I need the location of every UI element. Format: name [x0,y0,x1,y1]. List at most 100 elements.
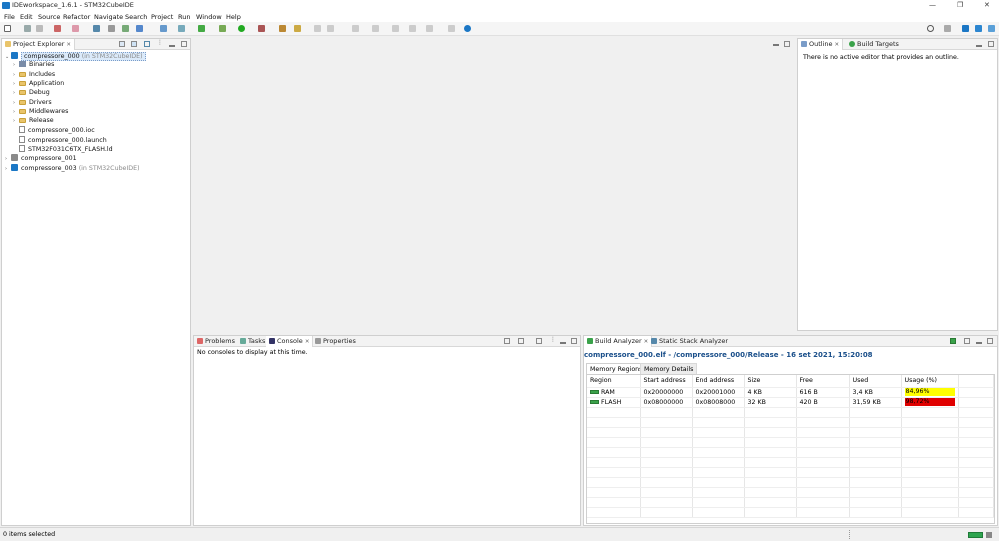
minimize-button[interactable]: — [929,1,936,9]
open-type-icon[interactable] [279,25,286,32]
refresh-analysis-icon[interactable] [950,338,956,344]
new-class-icon[interactable] [160,25,167,32]
tree-item[interactable]: › Debug [13,89,50,98]
new-c-project-icon[interactable] [136,25,143,32]
tab-build-targets[interactable]: Build Targets [846,39,902,50]
status-menu-icon[interactable] [986,532,992,538]
tree-item[interactable]: › Release [13,117,54,126]
filter-icon[interactable] [144,41,150,47]
new-icon[interactable] [4,25,11,32]
open-console-icon[interactable] [536,338,542,344]
tab-problems[interactable]: Problems [194,336,238,347]
refresh-icon[interactable] [198,25,205,32]
menu-project[interactable]: Project [151,13,173,21]
table-row[interactable]: FLASH 0x08000000 0x08008000 32 KB 420 B 31,59… [587,397,994,408]
next-annotation-icon[interactable] [314,25,321,32]
column-header[interactable]: Start address [640,375,693,388]
tree-item[interactable]: › Application [13,80,64,89]
tree-item[interactable]: ⌄ compressore_000 (in STM32CubeIDE) [5,52,146,61]
forward-icon[interactable] [392,25,399,32]
column-header[interactable]: Size [744,375,797,388]
tree-item[interactable]: › compressore_003 (in STM32CubeIDE) [5,163,140,173]
save-icon[interactable] [24,25,31,32]
pin-editor-icon[interactable] [448,25,455,32]
menu-refactor[interactable]: Refactor [63,13,90,21]
subtab-memory-regions[interactable]: Memory Regions [586,363,647,374]
menu-help[interactable]: Help [226,13,241,21]
save-all-icon[interactable] [36,25,43,32]
tree-item[interactable]: › Binaries [13,61,54,70]
external-tools-icon[interactable] [258,25,265,32]
minimize-view-icon[interactable] [976,45,982,47]
menu-edit[interactable]: Edit [20,13,33,21]
minimize-view-icon[interactable] [169,45,175,47]
maximize-view-icon[interactable] [987,338,993,344]
nav-back-icon[interactable] [409,25,416,32]
heap-status-icon[interactable] [968,532,983,538]
column-header[interactable]: Region [587,375,641,388]
subtab-memory-details[interactable]: Memory Details [640,363,698,374]
nav-forward-icon[interactable] [426,25,433,32]
open-perspective-icon[interactable] [944,25,951,32]
tree-item[interactable]: › compressore_001 [5,154,77,163]
last-edit-icon[interactable] [352,25,359,32]
device-config-icon[interactable] [93,25,100,32]
back-icon[interactable] [372,25,379,32]
prev-annotation-icon[interactable] [327,25,334,32]
minimize-view-icon[interactable] [560,342,566,344]
menu-window[interactable]: Window [196,13,222,21]
table-row[interactable]: RAM 0x20000000 0x20001000 4 KB 616 B 3,4 KB 84… [587,387,994,398]
close-icon[interactable]: ✕ [835,42,840,48]
build-icon[interactable] [54,25,61,32]
search-tool-icon[interactable] [294,25,301,32]
menu-source[interactable]: Source [38,13,60,21]
close-icon[interactable]: ✕ [305,339,310,345]
toggle-icon[interactable] [122,25,129,32]
tab-console[interactable]: Console ✕ [266,336,314,347]
build-configurations-icon[interactable] [72,25,79,32]
menu-navigate[interactable]: Navigate [94,13,123,21]
pin-analyzer-icon[interactable] [964,338,970,344]
tree-item[interactable]: compressore_000.ioc [13,126,95,135]
device-perspective-icon[interactable] [988,25,995,32]
minimize-view-icon[interactable] [976,342,982,344]
editor-maximize-icon[interactable] [784,41,790,47]
menu-search[interactable]: Search [125,13,147,21]
maximize-view-icon[interactable] [571,338,577,344]
display-console-icon[interactable] [518,338,524,344]
debug-perspective-icon[interactable] [975,25,982,32]
maximize-view-icon[interactable] [181,41,187,47]
search-icon[interactable] [927,25,934,32]
column-header[interactable]: Usage (%) [901,375,959,388]
debug-icon[interactable] [219,25,226,32]
view-menu-icon[interactable]: ⋮ [550,336,556,343]
new-file-icon[interactable] [178,25,185,32]
run-icon[interactable] [238,25,245,32]
pin-console-icon[interactable] [504,338,510,344]
menu-run[interactable]: Run [178,13,190,21]
close-icon[interactable]: ✕ [66,42,71,48]
maximize-view-icon[interactable] [988,41,994,47]
collapse-all-icon[interactable] [119,41,125,47]
print-icon[interactable] [108,25,115,32]
view-menu-icon[interactable]: ⋮ [157,39,163,46]
tree-item[interactable]: STM32F031C6TX_FLASH.ld [13,145,113,154]
cpp-perspective-icon[interactable] [962,25,969,32]
column-header[interactable]: End address [692,375,745,388]
menu-file[interactable]: File [4,13,15,21]
link-editor-icon[interactable] [131,41,137,47]
tree-item[interactable]: › Includes [13,71,55,80]
tab-static-stack-analyzer[interactable]: Static Stack Analyzer [648,336,731,347]
column-header[interactable]: Used [849,375,902,388]
tab-tasks[interactable]: Tasks [237,336,268,347]
editor-minimize-icon[interactable] [773,44,779,46]
maximize-button[interactable]: ❐ [957,1,963,9]
tree-item[interactable]: compressore_000.launch [13,135,107,145]
close-window-button[interactable]: ✕ [984,1,990,9]
tree-item[interactable]: › Drivers [13,99,52,108]
tab-properties[interactable]: Properties [312,336,359,347]
info-icon[interactable] [464,25,471,32]
column-header[interactable]: Free [796,375,850,388]
tree-item[interactable]: › Middlewares [13,108,68,117]
tab-project-explorer[interactable]: Project Explorer ✕ [2,39,75,50]
